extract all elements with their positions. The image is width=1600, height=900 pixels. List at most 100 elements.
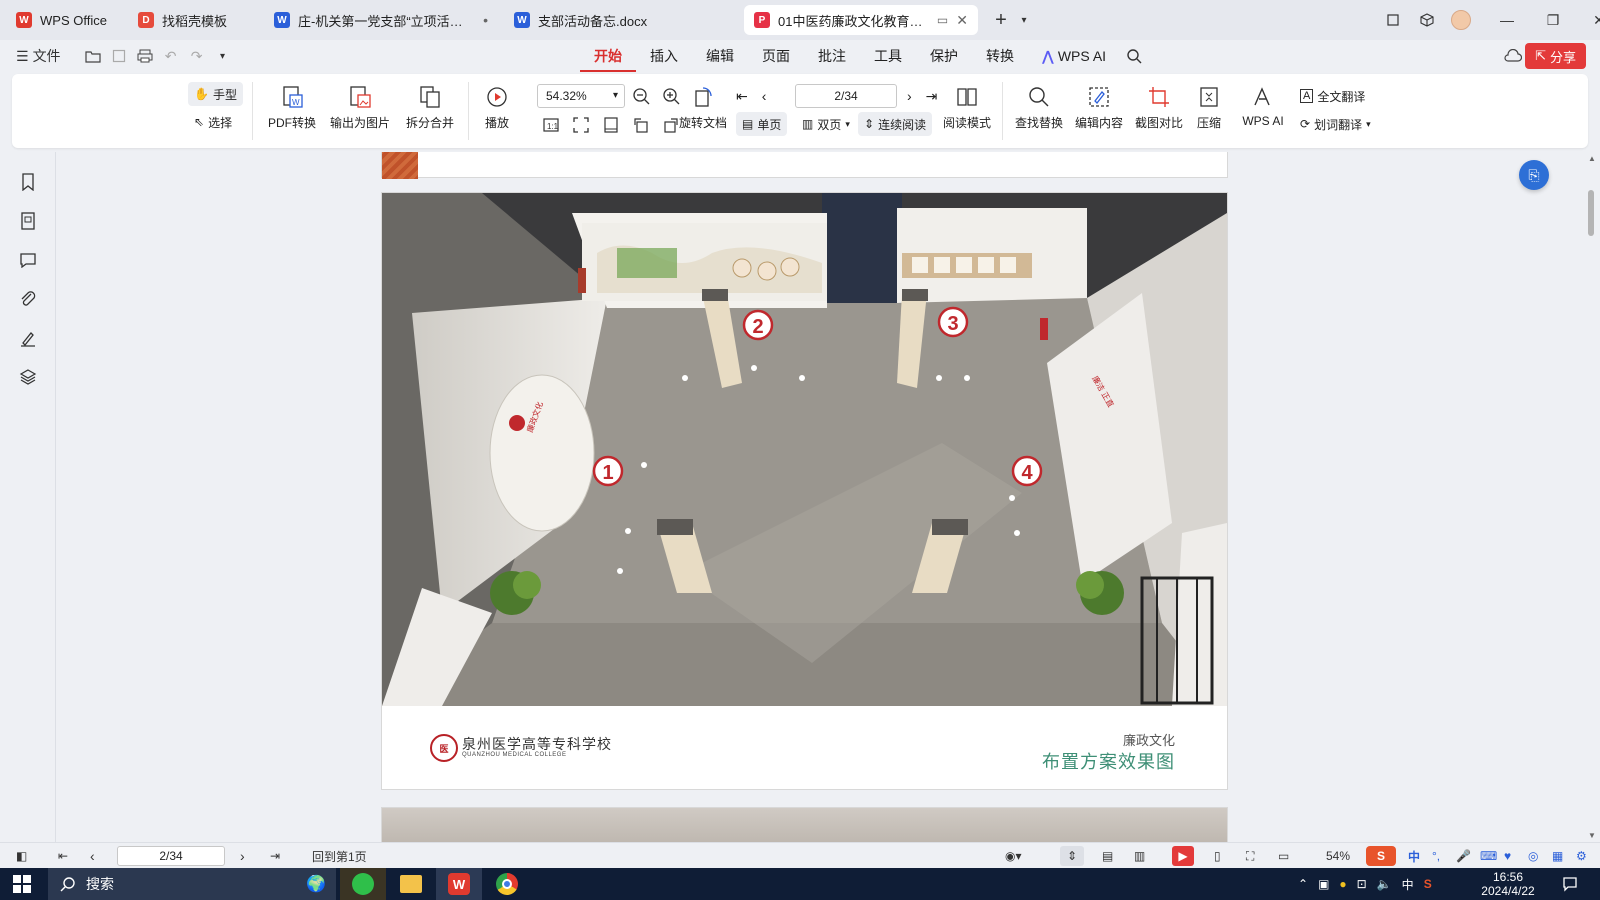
edit-content-button[interactable]: 编辑内容 [1072, 84, 1126, 131]
double-page-button[interactable]: ▥ 双页 ▾ [802, 112, 850, 136]
compress-button[interactable]: 压缩 [1192, 84, 1226, 131]
find-replace-button[interactable]: 查找替换 [1012, 84, 1066, 131]
attachment-icon[interactable] [18, 289, 38, 309]
rotate-doc-button[interactable]: 旋转文档 [677, 84, 729, 131]
undo-icon[interactable]: ↶ [159, 43, 183, 69]
status-zoom[interactable]: 54% [1326, 846, 1350, 866]
last-page-icon[interactable]: ⇥ [270, 846, 280, 866]
split-merge-button[interactable]: 拆分合并 [398, 84, 462, 131]
tab-tools[interactable]: 工具 [860, 40, 916, 72]
fit-width-icon[interactable]: ▭ [1278, 846, 1289, 866]
floating-assistant-icon[interactable]: ⎘ [1519, 160, 1549, 190]
toolbox-icon[interactable]: ▦ [1552, 846, 1563, 866]
tab-home[interactable]: 开始 [580, 40, 636, 72]
bookmark-icon[interactable] [18, 172, 38, 192]
layers-icon[interactable] [18, 367, 38, 387]
tab-convert[interactable]: 转换 [972, 40, 1028, 72]
taskbar-search[interactable]: 搜索 🌍 [48, 868, 336, 900]
file-explorer-app-icon[interactable] [388, 868, 434, 900]
rotate-left-icon[interactable] [632, 116, 650, 137]
continuous-view-icon[interactable]: ⇕ [1060, 846, 1084, 866]
last-page-icon[interactable]: ⇥ [926, 88, 938, 105]
punctuation-icon[interactable]: °, [1432, 846, 1440, 866]
status-page-input[interactable]: 2/34 [117, 846, 225, 866]
read-mode-button[interactable]: 阅读模式 [940, 84, 994, 131]
tray-app-icon[interactable]: ● [1339, 877, 1346, 891]
tab-page[interactable]: 页面 [748, 40, 804, 72]
search-icon[interactable] [1120, 40, 1148, 72]
wps-ai-menu[interactable]: ⋀ WPS AI [1028, 40, 1120, 72]
thumbnail-icon[interactable] [18, 211, 38, 231]
double-view-icon[interactable]: ▥ [1134, 846, 1145, 866]
back-to-first-link[interactable]: 回到第1页 [312, 846, 367, 866]
prev-page-icon[interactable]: ‹ [90, 846, 95, 866]
vertical-scrollbar[interactable]: ▲ ▼ [1584, 152, 1600, 842]
next-page-icon[interactable]: › [240, 846, 245, 866]
play-slideshow-icon[interactable]: ▶ [1172, 846, 1194, 866]
tab-annotate[interactable]: 批注 [804, 40, 860, 72]
comment-icon[interactable] [18, 250, 38, 270]
wps-app-icon[interactable]: W [436, 868, 482, 900]
tab-edit[interactable]: 编辑 [692, 40, 748, 72]
single-view-icon[interactable]: ▤ [1102, 846, 1113, 866]
window-layout-icon[interactable] [1378, 5, 1408, 35]
scroll-thumb[interactable] [1588, 190, 1594, 236]
first-page-icon[interactable]: ⇤ [58, 846, 68, 866]
file-menu[interactable]: ☰ 文件 [12, 43, 65, 69]
windows-start-icon[interactable] [12, 874, 32, 894]
tab-party-branch-doc[interactable]: W 庄-机关第一党支部“立项活动”总 • [264, 5, 498, 35]
tab-protect[interactable]: 保护 [916, 40, 972, 72]
actual-size-icon[interactable]: 1:1 [542, 116, 560, 137]
cloud-sync-icon[interactable] [1500, 43, 1526, 69]
select-tool-button[interactable]: ⇖ 选择 [194, 110, 232, 134]
pdf-convert-button[interactable]: W PDF转换 [262, 84, 322, 131]
tab-insert[interactable]: 插入 [636, 40, 692, 72]
keyboard-icon[interactable]: ⌨ [1480, 846, 1497, 866]
gamepad-icon[interactable]: ◎ [1528, 846, 1538, 866]
close-window-icon[interactable]: ✕ [1584, 5, 1600, 35]
zoom-select[interactable]: 54.32% ▾ [537, 84, 625, 108]
minimize-icon[interactable]: — [1492, 5, 1522, 35]
microphone-icon[interactable]: 🎤 [1456, 846, 1471, 866]
full-translate-button[interactable]: A 全文翻译 [1300, 84, 1365, 108]
scroll-down-icon[interactable]: ▼ [1588, 831, 1596, 840]
tab-docer-templates[interactable]: D 找稻壳模板 [128, 5, 258, 35]
tray-ime-label[interactable]: 中 [1402, 876, 1414, 893]
chrome-app-icon[interactable] [484, 868, 530, 900]
word-translate-button[interactable]: ⟳ 划词翻译 ▾ [1300, 112, 1371, 136]
scroll-up-icon[interactable]: ▲ [1588, 154, 1596, 163]
tab-pdf-active[interactable]: P 01中医药廉政文化教育基地(奉 ▭ ✕ [744, 5, 978, 35]
print-icon[interactable] [133, 43, 157, 69]
next-page-icon[interactable]: › [907, 88, 912, 104]
document-viewport[interactable]: 廉政文化 廉洁 正直 1 2 3 4 医 泉州医学高等专科学校 QUANZHOU… [57, 152, 1584, 842]
sidebar-toggle-icon[interactable]: ◧ [16, 846, 27, 866]
user-avatar[interactable] [1446, 5, 1476, 35]
redo-icon[interactable]: ↷ [185, 43, 209, 69]
page-number-input[interactable]: 2/34 [795, 84, 897, 108]
hand-tool-button[interactable]: ✋ 手型 [188, 82, 243, 106]
cube-icon[interactable] [1412, 5, 1442, 35]
tab-wps-office[interactable]: W WPS Office [6, 5, 122, 35]
tray-expand-icon[interactable]: ⌃ [1298, 877, 1308, 891]
export-image-button[interactable]: 输出为图片 [328, 84, 392, 131]
prev-page-icon[interactable]: ‹ [762, 88, 767, 104]
eye-protection-icon[interactable]: ◉▾ [1005, 846, 1022, 866]
play-button[interactable]: 播放 [482, 84, 512, 131]
screenshot-compare-button[interactable]: 截图对比 [1132, 84, 1186, 131]
open-folder-icon[interactable] [81, 43, 105, 69]
signature-pen-icon[interactable] [18, 328, 38, 348]
ime-settings-icon[interactable]: ⚙ [1576, 846, 1587, 866]
new-tab-plus-icon[interactable]: + [986, 5, 1016, 35]
fit-page-icon[interactable] [572, 116, 590, 137]
fit-window-icon[interactable]: ⛶ [1246, 846, 1254, 866]
continuous-read-button[interactable]: ⇕ 连续阅读 [858, 112, 933, 136]
wechat-app-icon[interactable] [340, 868, 386, 900]
tab-branch-memo[interactable]: W 支部活动备忘.docx [504, 5, 738, 35]
read-view-icon[interactable]: ▯ [1214, 846, 1221, 866]
sogou-tray-icon[interactable]: S [1424, 877, 1432, 891]
clock[interactable]: 16:56 2024/4/22 [1478, 870, 1538, 898]
ime-mode-label[interactable]: 中 [1408, 846, 1420, 866]
first-page-icon[interactable]: ⇤ [736, 88, 748, 105]
network-icon[interactable]: ⊡ [1357, 877, 1367, 891]
share-button[interactable]: ⇱ 分享 [1525, 43, 1586, 69]
